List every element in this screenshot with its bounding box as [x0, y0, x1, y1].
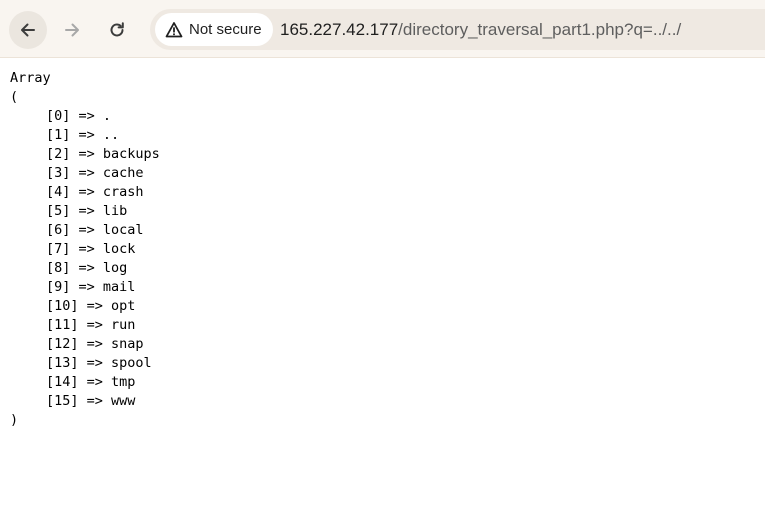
array-entry: [14] => tmp: [46, 374, 136, 390]
array-entry: [11] => run: [46, 317, 136, 333]
reload-icon: [110, 22, 124, 37]
array-entry: [12] => snap: [46, 336, 144, 352]
url-text[interactable]: 165.227.42.177/directory_traversal_part1…: [280, 9, 681, 50]
array-entry: [7] => lock: [46, 241, 136, 257]
address-bar[interactable]: Not secure 165.227.42.177/directory_trav…: [150, 9, 765, 50]
array-entry: [9] => mail: [46, 279, 136, 295]
array-entry: [3] => cache: [46, 165, 144, 181]
array-entry: [4] => crash: [46, 184, 144, 200]
page-content: Array ( [0] => . [1] => .. [2] => backups [3]…: [10, 69, 160, 430]
forward-button[interactable]: [53, 11, 91, 49]
warning-triangle-icon: [165, 21, 183, 37]
url-host: 165.227.42.177: [280, 20, 399, 39]
array-entry: [2] => backups: [46, 146, 160, 162]
back-button[interactable]: [9, 11, 47, 49]
reload-button[interactable]: [98, 11, 136, 49]
array-entry: [8] => log: [46, 260, 128, 276]
array-entry: [10] => opt: [46, 298, 136, 314]
array-entry: [0] => .: [46, 108, 112, 124]
array-entry: [6] => local: [46, 222, 144, 238]
open-paren: (: [10, 89, 19, 105]
close-paren: ): [10, 412, 19, 428]
entry-list: [0] => . [1] => .. [2] => backups [3] => ca…: [10, 107, 160, 411]
array-entry: [5] => lib: [46, 203, 128, 219]
browser-toolbar: Not secure 165.227.42.177/directory_trav…: [0, 0, 765, 58]
array-entry: [1] => ..: [46, 127, 120, 143]
url-path: /directory_traversal_part1.php?q=../../: [398, 20, 682, 39]
arrow-right-icon: [65, 23, 79, 37]
security-label: Not secure: [189, 21, 262, 38]
array-entry: [13] => spool: [46, 355, 152, 371]
security-chip[interactable]: Not secure: [155, 13, 273, 46]
array-header: Array: [10, 70, 51, 86]
array-entry: [15] => www: [46, 393, 136, 409]
arrow-left-icon: [21, 23, 35, 37]
